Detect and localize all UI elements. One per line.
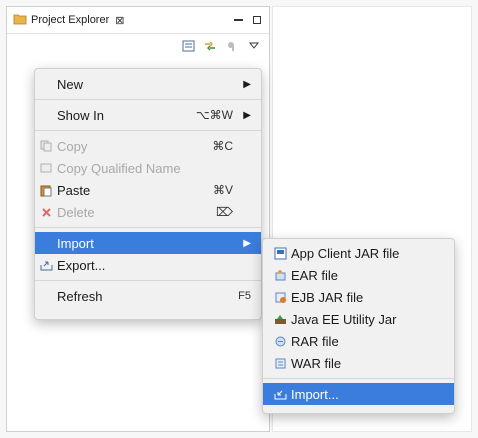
menu-item-copy-qualified-name[interactable]: Copy Qualified Name	[35, 157, 261, 179]
project-explorer-tab[interactable]: Project Explorer ⊠	[7, 7, 131, 33]
menu-separator	[263, 378, 454, 379]
menu-item-import[interactable]: Import ▶	[35, 232, 261, 254]
view-toolbar	[181, 39, 261, 53]
java-ee-utility-jar-icon	[273, 312, 287, 326]
menu-item-copy-qualified-name-label: Copy Qualified Name	[57, 160, 181, 176]
import-app-client-jar[interactable]: App Client JAR file	[263, 242, 454, 264]
menu-separator	[35, 280, 261, 281]
filter-icon[interactable]	[225, 39, 239, 53]
menu-item-copy-label: Copy	[57, 138, 88, 154]
import-ejb-jar-file[interactable]: EJB JAR file	[263, 286, 454, 308]
import-java-ee-utility-jar[interactable]: Java EE Utility Jar	[263, 308, 454, 330]
menu-item-refresh[interactable]: Refresh F5	[35, 285, 261, 307]
import-submenu: App Client JAR file EAR file EJB JAR fil…	[262, 238, 455, 414]
collapse-all-icon[interactable]	[181, 39, 195, 53]
view-menu-icon[interactable]	[247, 39, 261, 53]
import-ejb-jar-file-label: EJB JAR file	[291, 289, 364, 305]
menu-item-show-in[interactable]: Show In ⌥⌘W ▶	[35, 104, 261, 126]
rar-file-icon	[273, 334, 287, 348]
menu-item-new[interactable]: New ▶	[35, 73, 261, 95]
menu-item-export[interactable]: Export...	[35, 254, 261, 276]
menu-separator	[35, 130, 261, 131]
import-ear-file[interactable]: EAR file	[263, 264, 454, 286]
menu-item-delete-label: Delete	[57, 204, 95, 220]
maximize-icon[interactable]	[253, 16, 261, 24]
project-explorer-tab-title: Project Explorer	[31, 14, 110, 26]
paste-icon	[39, 183, 53, 197]
menu-item-copy[interactable]: Copy ⌘C	[35, 135, 261, 157]
menu-item-export-label: Export...	[57, 257, 106, 273]
submenu-arrow-icon: ▶	[243, 109, 251, 121]
paste-shortcut: ⌘V	[212, 183, 233, 197]
refresh-shortcut: F5	[238, 290, 251, 302]
delete-shortcut: ⌦	[216, 205, 233, 219]
view-tab-bar: Project Explorer ⊠	[7, 7, 269, 34]
menu-item-delete[interactable]: Delete ⌦	[35, 201, 261, 223]
show-in-shortcut: ⌥⌘W	[195, 108, 233, 122]
view-window-buttons	[234, 16, 269, 24]
app-client-jar-icon	[273, 246, 287, 260]
menu-separator	[35, 227, 261, 228]
menu-item-paste-label: Paste	[57, 182, 91, 198]
menu-item-refresh-label: Refresh	[57, 288, 103, 304]
export-icon	[39, 258, 53, 272]
minimize-icon[interactable]	[234, 19, 243, 21]
ear-file-icon	[273, 268, 287, 282]
close-tab-icon[interactable]: ⊠	[115, 14, 124, 27]
import-more-label: Import...	[291, 386, 339, 402]
menu-item-paste[interactable]: Paste ⌘V	[35, 179, 261, 201]
war-file-icon	[273, 356, 287, 370]
menu-item-show-in-label: Show In	[57, 107, 104, 123]
context-menu: New ▶ Show In ⌥⌘W ▶ Copy ⌘C Copy Qualifi…	[34, 68, 262, 320]
copy-shortcut: ⌘C	[212, 139, 233, 153]
delete-icon	[39, 205, 53, 219]
import-rar-file-label: RAR file	[291, 333, 339, 349]
submenu-arrow-icon: ▶	[243, 78, 251, 90]
import-rar-file[interactable]: RAR file	[263, 330, 454, 352]
menu-item-import-label: Import	[57, 235, 94, 251]
ejb-jar-file-icon	[273, 290, 287, 304]
import-java-ee-utility-jar-label: Java EE Utility Jar	[291, 311, 397, 327]
copy-qualified-name-icon	[39, 161, 53, 175]
import-app-client-jar-label: App Client JAR file	[291, 245, 400, 261]
import-more-item[interactable]: Import...	[263, 383, 454, 405]
submenu-arrow-icon: ▶	[243, 237, 251, 249]
menu-item-new-label: New	[57, 76, 84, 92]
import-war-file[interactable]: WAR file	[263, 352, 454, 374]
import-icon	[273, 387, 287, 401]
project-explorer-icon	[13, 12, 27, 28]
link-with-editor-icon[interactable]	[203, 39, 217, 53]
import-ear-file-label: EAR file	[291, 267, 338, 283]
import-war-file-label: WAR file	[291, 355, 342, 371]
copy-icon	[39, 139, 53, 153]
menu-separator	[35, 99, 261, 100]
